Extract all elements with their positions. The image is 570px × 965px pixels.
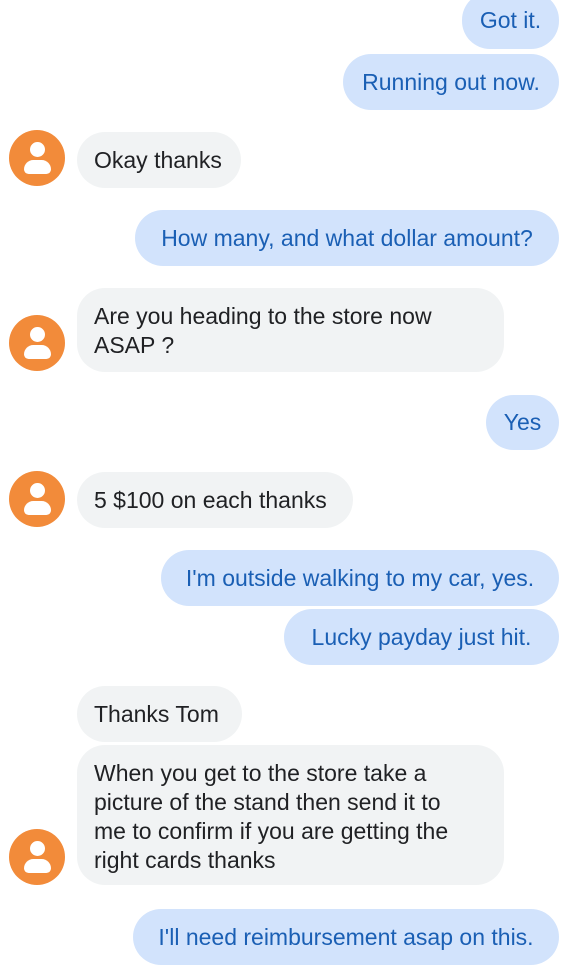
received-message-bubble[interactable]: Thanks Tom — [77, 686, 242, 742]
message-line: When you get to the store take a — [94, 760, 427, 786]
message-text: Yes — [503, 409, 542, 435]
received-message-bubble[interactable]: When you get to the store take a picture… — [77, 745, 504, 885]
message-text: When you get to the store take a picture… — [94, 759, 448, 875]
message-text: Okay thanks — [94, 146, 222, 173]
message-text: I'm outside walking to my car, yes. — [185, 564, 535, 591]
message-text: How many, and what dollar amount? — [161, 224, 533, 251]
message-line: picture of the stand then send it to — [94, 789, 441, 815]
sent-message-bubble[interactable]: I'll need reimbursement asap on this. — [133, 909, 559, 965]
message-text: Lucky payday just hit. — [311, 623, 532, 650]
message-thread: Got it. Running out now. Okay thanks How… — [0, 0, 570, 965]
sent-message-bubble[interactable]: Running out now. — [343, 54, 559, 110]
message-text: Got it. — [479, 7, 542, 33]
message-line: me to confirm if you are getting the — [94, 818, 449, 844]
message-line: right cards thanks — [94, 847, 276, 873]
message-text: Are you heading to the store now ASAP ? — [94, 302, 432, 360]
sent-message-bubble[interactable]: I'm outside walking to my car, yes. — [161, 550, 559, 606]
contact-avatar[interactable] — [9, 315, 65, 371]
contact-avatar[interactable] — [9, 471, 65, 527]
contact-avatar[interactable] — [9, 829, 65, 885]
message-text: 5 $100 on each thanks — [94, 486, 327, 513]
message-line: Are you heading to the store now — [94, 303, 432, 329]
received-message-bubble[interactable]: Are you heading to the store now ASAP ? — [77, 288, 504, 372]
sent-message-bubble[interactable]: Yes — [486, 395, 559, 450]
received-message-bubble[interactable]: Okay thanks — [77, 132, 241, 188]
contact-avatar[interactable] — [9, 130, 65, 186]
sent-message-bubble[interactable]: Got it. — [462, 0, 559, 49]
message-text: Running out now. — [362, 68, 540, 95]
sent-message-bubble[interactable]: How many, and what dollar amount? — [135, 210, 559, 266]
sent-message-bubble[interactable]: Lucky payday just hit. — [284, 609, 559, 665]
message-text: I'll need reimbursement asap on this. — [158, 924, 534, 950]
received-message-bubble[interactable]: 5 $100 on each thanks — [77, 472, 353, 528]
message-line: ASAP ? — [94, 332, 175, 358]
message-text: Thanks Tom — [94, 700, 219, 727]
